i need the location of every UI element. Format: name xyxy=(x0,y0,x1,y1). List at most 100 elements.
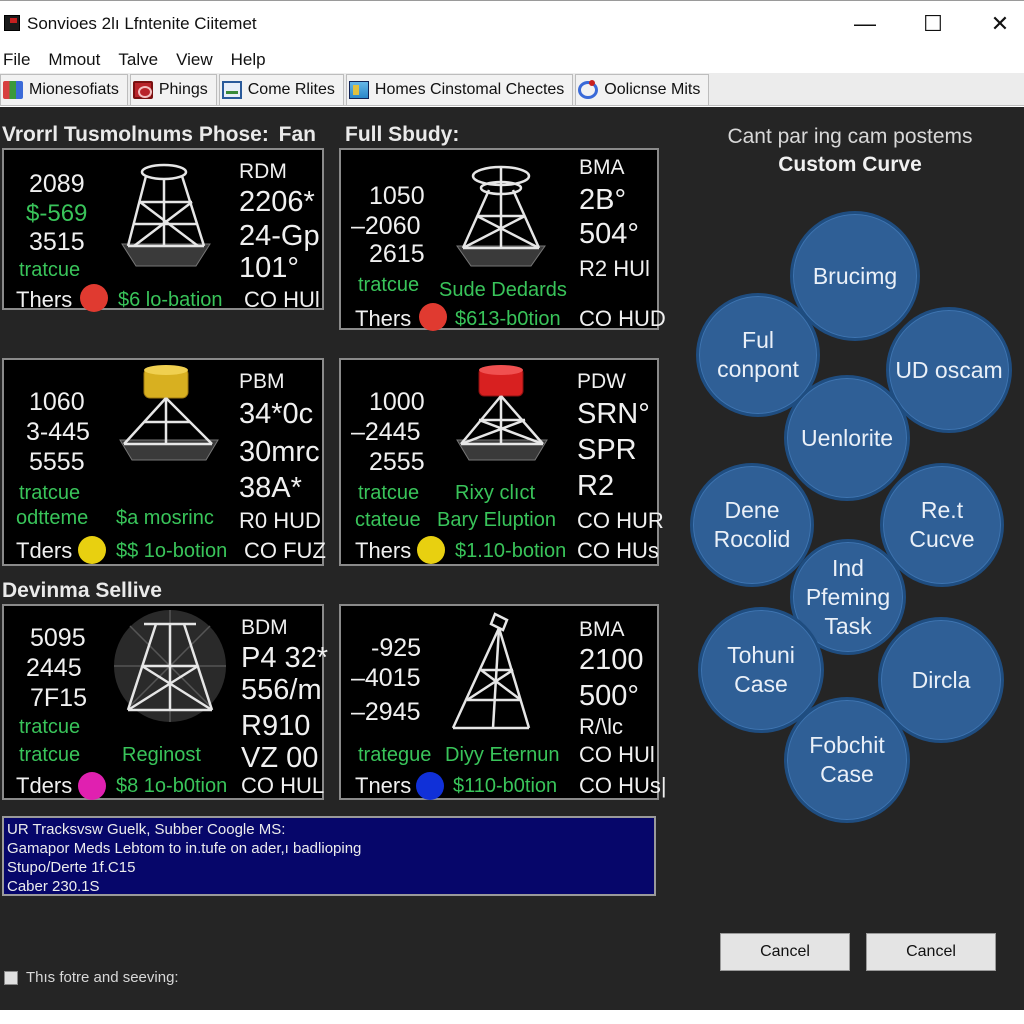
node-label: Ful conpont xyxy=(717,327,799,382)
menu-view[interactable]: View xyxy=(173,50,221,70)
settings-checkbox[interactable] xyxy=(4,971,18,985)
node-label: Dene Rocolid xyxy=(713,497,791,552)
minimize-button[interactable]: — xyxy=(842,9,888,39)
maximize-button[interactable]: ☐ xyxy=(910,9,956,39)
panel-footer-code: CO HUs| xyxy=(579,773,667,798)
monitor-panel-3[interactable]: 1060 3-445 5555 tratcue odtteme $a mosri… xyxy=(2,358,326,566)
toolbar-come-rlites-button[interactable]: Come Rlites xyxy=(218,74,344,105)
node-label: Uenlorite xyxy=(800,424,894,451)
panel-code: RDM xyxy=(239,160,287,183)
panel-value: 1060 xyxy=(29,388,85,416)
panel-value: 2445 xyxy=(26,654,82,682)
menu-talve[interactable]: Talve xyxy=(115,50,166,70)
monitor-panel-1[interactable]: 2089 $-569 3515 tratcue RDM 2206* 24-Gp … xyxy=(2,148,324,312)
panel-value: $-569 xyxy=(26,200,88,227)
panel-value: –2445 xyxy=(351,418,421,446)
panel-value: –2060 xyxy=(351,212,421,240)
monitor-panel-2[interactable]: 1050 –2060 2615 tratcue Sude Dedards BMA… xyxy=(339,148,666,331)
ping-icon xyxy=(132,81,153,99)
tower-icon xyxy=(119,365,219,461)
menu-file[interactable]: File xyxy=(0,50,38,70)
monitor-panel-5[interactable]: 5095 2445 7F15 tratcue tratcue Reginost … xyxy=(2,604,328,800)
panel-value: 7F15 xyxy=(30,684,87,712)
menu-bar: File Mmout Talve View Help xyxy=(0,46,1024,73)
toolbar-label: Phings xyxy=(158,81,208,98)
panel-footer-value: $6 lo-bation xyxy=(118,289,223,311)
panel-code: PBM xyxy=(239,370,285,393)
panel-value: 1000 xyxy=(369,388,425,416)
panel-reading: R2 xyxy=(577,470,615,502)
toolbar-monitors-button[interactable]: Mionesofiats xyxy=(0,74,128,105)
tower-icon xyxy=(456,365,548,461)
close-button[interactable]: ✕ xyxy=(977,9,1023,39)
panel-code: BMA xyxy=(579,618,625,641)
panel-footer-label: Thers xyxy=(355,306,412,331)
panel-status: tratcue xyxy=(358,482,420,504)
panel-status: Sude Dedards xyxy=(439,279,567,301)
panel-value: 5095 xyxy=(30,624,86,652)
window-title: Sonvioes 2lı Lfntenite Ciitemet xyxy=(27,14,257,33)
panel-status: tratcue xyxy=(19,744,81,766)
panel-footer-code: CO HUs xyxy=(577,538,659,563)
panel-reading: R910 xyxy=(241,710,311,742)
menu-help[interactable]: Help xyxy=(228,50,274,70)
panel-status: odtteme xyxy=(16,507,89,529)
panel-footer-value: $8 1o-b0tion xyxy=(116,775,228,797)
network-icon xyxy=(221,81,242,99)
panel-code: BMA xyxy=(579,156,625,179)
console-log[interactable]: UR Tracksvsw Guelk, Subber Coogle MS: Ga… xyxy=(2,816,656,896)
monitor-panel-4[interactable]: 1000 –2445 2555 tratcue ctateue Rixy clı… xyxy=(339,358,664,566)
panel-status: tratcue xyxy=(358,274,420,296)
title-bar: Sonvioes 2lı Lfntenite Ciitemet — ☐ ✕ xyxy=(0,0,1024,46)
status-dot-yellow xyxy=(417,536,445,564)
panel-status: tratcue xyxy=(19,716,81,738)
toolbar-label: Oolicnse Mits xyxy=(604,81,701,98)
tower-icon xyxy=(114,610,226,722)
panel-value: –2945 xyxy=(351,698,421,726)
panel-reading: 101° xyxy=(239,252,299,284)
panel-footer-code: CO HUL xyxy=(241,773,325,798)
status-dot-blue xyxy=(416,772,444,800)
status-dot-red xyxy=(419,303,447,331)
cancel-button[interactable]: Cancel xyxy=(720,933,850,971)
panel-reading: 500° xyxy=(579,680,639,712)
status-dot-yellow xyxy=(78,536,106,564)
settings-checkbox-label: Thıs fotre and seeving: xyxy=(26,969,179,986)
panel-value: -925 xyxy=(371,634,422,662)
panel-status: $a mosrinc xyxy=(116,507,214,529)
node-label: Re.t Cucve xyxy=(909,497,975,552)
heading-text-b: Fan xyxy=(278,123,317,146)
panel-value: 2615 xyxy=(369,240,425,268)
panel-status: Rixy clıct xyxy=(455,482,535,504)
panel-status: Bary Eluption xyxy=(437,509,556,531)
panel-reading: 38A* xyxy=(239,472,302,504)
menu-mmout[interactable]: Mmout xyxy=(45,50,108,70)
panel-value: 5555 xyxy=(29,448,85,476)
panel-code: PDW xyxy=(577,370,626,393)
panel-reading: SRN° xyxy=(577,398,650,430)
panel-reading: 2206* xyxy=(239,186,315,218)
cancel-button-secondary[interactable]: Cancel xyxy=(866,933,996,971)
toolbar-homes-button[interactable]: Homes Cinstomal Chectes xyxy=(345,74,574,105)
toolbar-oolicnse-button[interactable]: Oolicnse Mits xyxy=(575,74,710,105)
node-label: Tohuni Case xyxy=(727,642,795,697)
curve-node-dene-rocolid[interactable]: Dene Rocolid xyxy=(690,463,814,587)
curve-node-uenlorite[interactable]: Uenlorite xyxy=(784,375,910,501)
panel-footer-value: $1.10-botion xyxy=(455,540,567,562)
panel-status: trategue xyxy=(358,744,432,766)
toolbar-label: Homes Cinstomal Chectes xyxy=(374,81,565,98)
panel-footer-value: $613-b0tion xyxy=(455,308,561,330)
panel-reading: 24-Gp xyxy=(239,220,320,252)
panel-value: 2555 xyxy=(369,448,425,476)
panel-code: R0 HUD xyxy=(239,508,321,533)
toolbar-label: Come Rlites xyxy=(247,81,335,98)
panel-reading: SPR xyxy=(577,434,637,466)
monitor-panel-6[interactable]: -925 –4015 –2945 trategue Diyy Eternun B… xyxy=(339,604,667,800)
panel-reading: 504° xyxy=(579,218,639,250)
curve-node-fobchit-case[interactable]: Fobchit Case xyxy=(784,697,910,823)
custom-curve-subtitle: Custom Curve xyxy=(778,153,922,176)
panel-reading: 2B° xyxy=(579,184,627,216)
home-icon xyxy=(348,81,369,99)
panel-code: CO HUR xyxy=(577,508,664,533)
toolbar-pings-button[interactable]: Phings xyxy=(129,74,217,105)
